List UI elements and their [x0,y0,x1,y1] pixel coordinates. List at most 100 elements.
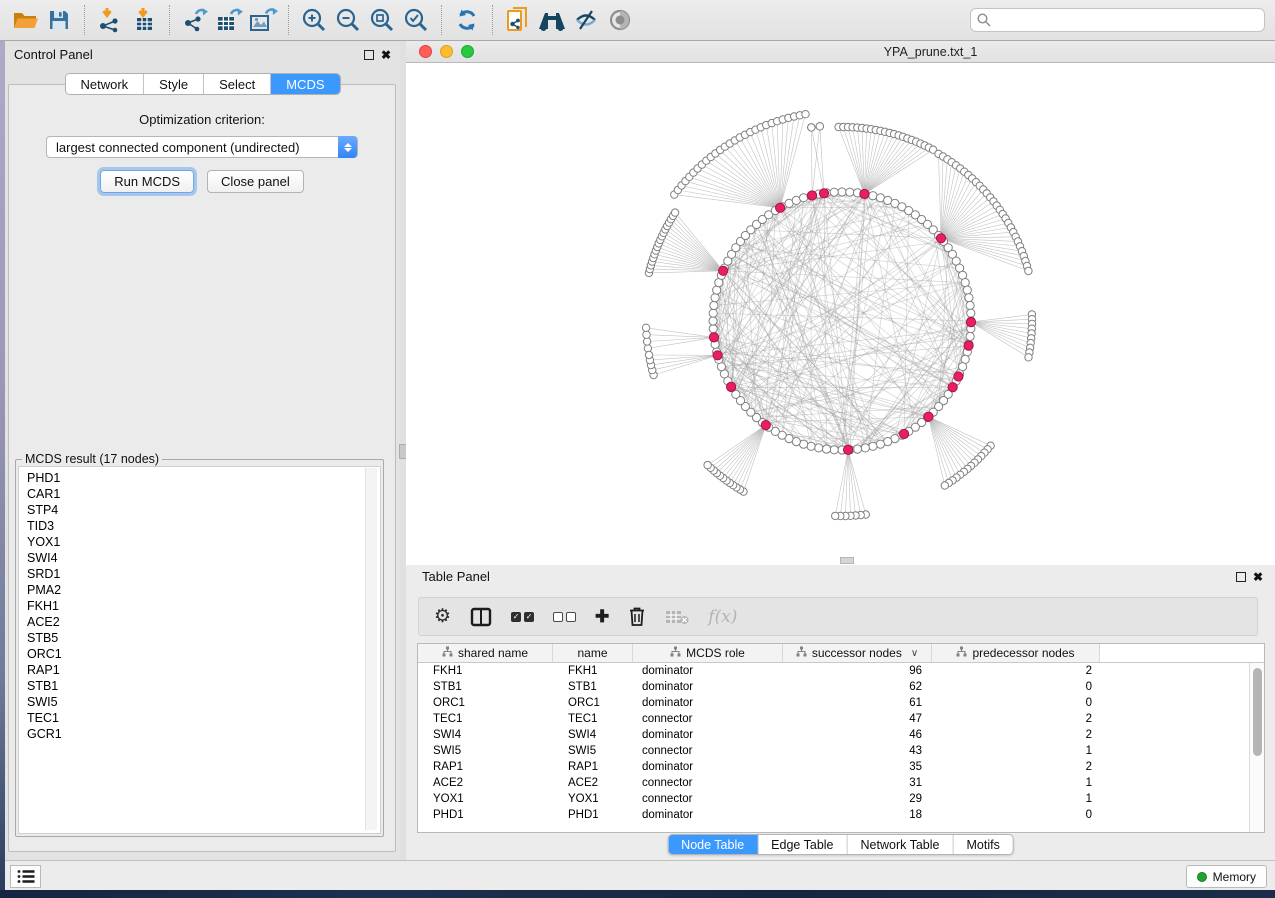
share-document-button[interactable] [501,4,535,36]
optimization-criterion-select[interactable]: largest connected component (undirected) [46,136,358,158]
tab-select[interactable]: Select [204,74,271,94]
mcds-result-item[interactable]: SWI5 [27,694,380,710]
network-graph[interactable] [406,63,1275,564]
close-window-traffic-light[interactable] [419,45,432,58]
export-image-button[interactable] [246,4,280,36]
show-details-eye-icon [607,8,633,32]
mcds-result-item[interactable]: GCR1 [27,726,380,742]
mcds-result-item[interactable]: SWI4 [27,550,380,566]
table-row[interactable]: SWI4SWI4dominator462 [418,727,1249,743]
close-panel-icon[interactable]: ✖ [1253,572,1263,582]
deselect-all-button[interactable] [553,604,576,630]
table-row[interactable]: PHD1PHD1dominator180 [418,807,1249,823]
column-header-shared-name[interactable]: shared name [418,644,553,662]
column-header-name[interactable]: name [553,644,633,662]
import-table-button[interactable] [127,4,161,36]
zoom-selected-button[interactable] [399,4,433,36]
tab-network-table[interactable]: Network Table [848,835,954,854]
open-session-button[interactable] [8,4,42,36]
network-window-title: YPA_prune.txt_1 [496,45,1275,59]
checked-box-icon: ✓ [524,612,534,622]
tab-motifs[interactable]: Motifs [953,835,1012,854]
float-panel-icon[interactable] [364,50,374,60]
table-row[interactable]: TEC1TEC1connector472 [418,711,1249,727]
toolbar-separator [288,5,289,35]
tab-node-table[interactable]: Node Table [668,835,758,854]
show-graphics-details-button[interactable] [603,4,637,36]
table-row[interactable]: FKH1FKH1dominator962 [418,663,1249,679]
export-table-button[interactable] [212,4,246,36]
mcds-result-item[interactable]: CAR1 [27,486,380,502]
mcds-result-item[interactable]: PHD1 [27,470,380,486]
mcds-result-item[interactable]: FKH1 [27,598,380,614]
save-session-button[interactable] [42,4,76,36]
tab-style[interactable]: Style [144,74,204,94]
zoom-out-button[interactable] [331,4,365,36]
toolbar-separator [84,5,85,35]
table-scrollbar-thumb[interactable] [1253,668,1262,756]
table-cell: ACE2 [418,775,553,791]
mcds-result-item[interactable]: RAP1 [27,662,380,678]
mcds-result-item[interactable]: PMA2 [27,582,380,598]
zoom-window-traffic-light[interactable] [461,45,474,58]
run-mcds-button[interactable]: Run MCDS [100,170,194,193]
column-header-MCDS-role[interactable]: MCDS role [633,644,783,662]
table-options-gear-icon[interactable]: ⚙ [434,604,451,630]
table-cell: SWI5 [418,743,553,759]
divider-handle[interactable] [840,557,854,564]
network-canvas[interactable] [406,63,1275,564]
table-row[interactable]: YOX1YOX1connector291 [418,791,1249,807]
delete-table-button[interactable] [665,604,689,630]
tab-network[interactable]: Network [65,74,144,94]
column-header-successor-nodes[interactable]: successor nodes∨ [783,644,932,662]
close-panel-button[interactable]: Close panel [207,170,304,193]
table-cell: 96 [783,663,932,679]
refresh-button[interactable] [450,4,484,36]
export-network-button[interactable] [178,4,212,36]
mcds-list-scrollbar[interactable] [365,468,377,830]
memory-button[interactable]: Memory [1186,865,1267,888]
minimize-window-traffic-light[interactable] [440,45,453,58]
table-cell: 1 [932,743,1100,759]
tab-mcds[interactable]: MCDS [271,74,339,94]
table-cell: 2 [932,663,1100,679]
hide-graphics-details-button[interactable] [569,4,603,36]
mcds-result-item[interactable]: STB1 [27,678,380,694]
search-icon [977,13,991,27]
zoom-in-button[interactable] [297,4,331,36]
tab-edge-table[interactable]: Edge Table [758,835,847,854]
table-row[interactable]: STB1STB1dominator620 [418,679,1249,695]
close-panel-icon[interactable]: ✖ [381,50,391,60]
mcds-result-item[interactable]: TID3 [27,518,380,534]
mcds-result-item[interactable]: SRD1 [27,566,380,582]
show-columns-button[interactable] [470,604,492,630]
import-network-button[interactable] [93,4,127,36]
column-header-predecessor-nodes[interactable]: predecessor nodes [932,644,1100,662]
table-cell: PHD1 [553,807,633,823]
table-row[interactable]: ACE2ACE2connector311 [418,775,1249,791]
table-cell: SWI5 [553,743,633,759]
mcds-result-item[interactable]: STP4 [27,502,380,518]
mcds-result-item[interactable]: YOX1 [27,534,380,550]
add-column-button[interactable]: ✚ [595,604,609,630]
zoom-fit-button[interactable] [365,4,399,36]
delete-column-button[interactable] [628,604,646,630]
mcds-result-item[interactable]: TEC1 [27,710,380,726]
table-row[interactable]: ORC1ORC1dominator610 [418,695,1249,711]
select-all-button[interactable]: ✓✓ [511,604,534,630]
function-builder-button[interactable]: f(x) [708,604,737,630]
search-network-button[interactable] [535,4,569,36]
table-cell: dominator [633,663,783,679]
table-scrollbar[interactable] [1249,663,1264,832]
show-panels-list-button[interactable] [10,865,41,888]
table-cell: 2 [932,759,1100,775]
table-row[interactable]: RAP1RAP1dominator352 [418,759,1249,775]
table-row[interactable]: SWI5SWI5connector431 [418,743,1249,759]
network-window-titlebar: YPA_prune.txt_1 [406,41,1275,63]
search-input[interactable] [970,8,1265,32]
mcds-result-item[interactable]: ACE2 [27,614,380,630]
float-panel-icon[interactable] [1236,572,1246,582]
mcds-result-item[interactable]: ORC1 [27,646,380,662]
zoom-fit-icon [369,7,395,33]
mcds-result-item[interactable]: STB5 [27,630,380,646]
